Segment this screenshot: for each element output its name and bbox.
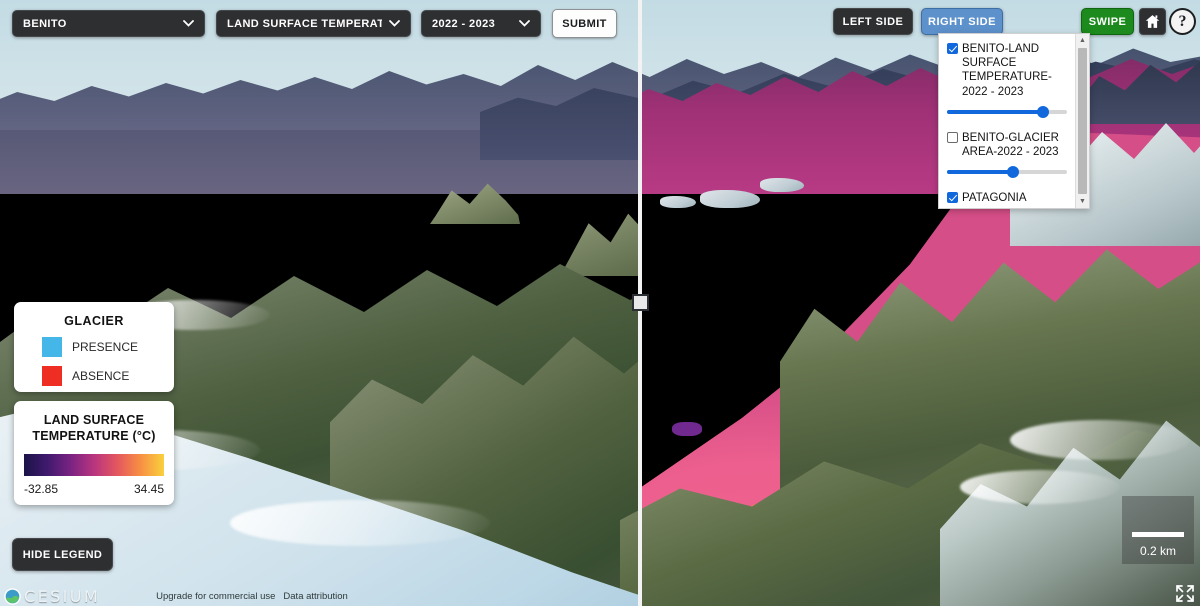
layer-item: BENITO-GLACIER AREA-2022 - 2023 <box>947 131 1067 179</box>
layer-item: BENITO-LAND SURFACE TEMPERATURE-2022 - 2… <box>947 42 1067 118</box>
layer-opacity-slider[interactable] <box>947 166 1067 179</box>
slider-knob[interactable] <box>1007 166 1019 179</box>
slider-fill <box>947 170 1013 175</box>
legend-swatch-presence <box>42 337 62 357</box>
submit-button[interactable]: SUBMIT <box>552 9 617 38</box>
slider-knob[interactable] <box>1037 105 1049 118</box>
layer-checkbox[interactable] <box>947 131 958 143</box>
credit-link-attribution[interactable]: Data attribution <box>283 591 347 602</box>
layer-item: PATAGONIA <box>947 191 1067 205</box>
snow-streak <box>1010 420 1190 460</box>
cesium-viewer-app: BENITO LAND SURFACE TEMPERATURE 2022 - 2… <box>0 0 1200 606</box>
snow-streak <box>960 470 1120 504</box>
layer-panel-scrollbar[interactable]: ▲ ▼ <box>1075 34 1089 208</box>
area-select-label: BENITO <box>23 17 67 30</box>
period-select[interactable]: 2022 - 2023 <box>421 10 541 37</box>
period-select-label: 2022 - 2023 <box>432 17 496 30</box>
layer-checkbox[interactable] <box>947 192 958 204</box>
legend-entry: PRESENCE <box>42 337 174 357</box>
credits-bar: CESIUM Upgrade for commercial use Data a… <box>0 586 600 606</box>
help-button[interactable]: ? <box>1169 8 1196 35</box>
layer-panel[interactable]: BENITO-LAND SURFACE TEMPERATURE-2022 - 2… <box>938 33 1090 209</box>
temperature-legend-title-line1: LAND SURFACE <box>43 413 145 427</box>
legend-entry: ABSENCE <box>42 366 174 386</box>
chevron-down-icon <box>518 18 530 30</box>
temperature-colorbar <box>24 454 164 476</box>
chevron-down-icon <box>182 18 194 30</box>
scale-bar: 0.2 km <box>1122 496 1194 564</box>
snow-streak <box>230 500 490 546</box>
layer-list: BENITO-LAND SURFACE TEMPERATURE-2022 - 2… <box>939 34 1075 208</box>
legend-label: ABSENCE <box>72 369 130 383</box>
glacier-legend-title: GLACIER <box>64 314 124 328</box>
temperature-colorbar-labels: -32.85 34.45 <box>24 482 164 496</box>
legend-label: PRESENCE <box>72 340 139 354</box>
temperature-min-label: -32.85 <box>24 482 59 496</box>
legend-swatch-absence <box>42 366 62 386</box>
scrollbar-thumb[interactable] <box>1078 48 1087 194</box>
triangle-up-icon[interactable]: ▲ <box>1076 34 1090 47</box>
credit-links: Upgrade for commercial use Data attribut… <box>156 591 348 602</box>
credit-link-upgrade[interactable]: Upgrade for commercial use <box>156 591 275 602</box>
variable-select-label: LAND SURFACE TEMPERATURE <box>227 17 382 30</box>
fullscreen-button[interactable] <box>1176 585 1194 602</box>
home-icon <box>1145 15 1160 28</box>
layer-checkbox[interactable] <box>947 43 958 54</box>
scale-bar-line <box>1132 532 1184 537</box>
temperature-legend: LAND SURFACE TEMPERATURE (°C) -32.85 34.… <box>14 401 174 505</box>
ice-island <box>660 196 696 208</box>
cesium-logo-icon[interactable]: CESIUM <box>3 587 100 606</box>
map-pane-right[interactable] <box>642 0 1200 606</box>
scale-bar-label: 0.2 km <box>1139 544 1176 558</box>
layer-label: BENITO-GLACIER AREA-2022 - 2023 <box>962 131 1059 159</box>
area-select[interactable]: BENITO <box>12 10 205 37</box>
rock-island <box>560 213 638 276</box>
glacier-legend: GLACIER PRESENCE ABSENCE <box>14 302 174 392</box>
temperature-legend-title-line2: TEMPERATURE (°C) <box>32 429 156 443</box>
chevron-down-icon <box>388 18 400 30</box>
variable-select[interactable]: LAND SURFACE TEMPERATURE <box>216 10 411 37</box>
triangle-down-icon[interactable]: ▼ <box>1076 195 1090 208</box>
temperature-legend-title: LAND SURFACE TEMPERATURE (°C) <box>14 412 174 444</box>
right-side-button[interactable]: RIGHT SIDE <box>921 8 1003 35</box>
swipe-button[interactable]: SWIPE <box>1081 8 1134 35</box>
left-side-button[interactable]: LEFT SIDE <box>833 8 913 35</box>
swipe-handle-icon[interactable] <box>632 294 649 311</box>
cesium-brand-label: CESIUM <box>24 586 101 606</box>
terrain-scene-right <box>642 0 1200 606</box>
layer-label: PATAGONIA <box>962 192 1027 205</box>
layer-opacity-slider[interactable] <box>947 105 1067 118</box>
slider-fill <box>947 109 1043 114</box>
fullscreen-expand-icon <box>1176 585 1194 602</box>
temperature-max-label: 34.45 <box>133 482 164 496</box>
hide-legend-button[interactable]: HIDE LEGEND <box>12 538 113 571</box>
lst-cold-spot <box>672 422 702 436</box>
question-mark-icon: ? <box>1169 8 1196 35</box>
home-button[interactable] <box>1139 8 1166 35</box>
layer-label: BENITO-LAND SURFACE TEMPERATURE-2022 - 2… <box>962 43 1052 98</box>
